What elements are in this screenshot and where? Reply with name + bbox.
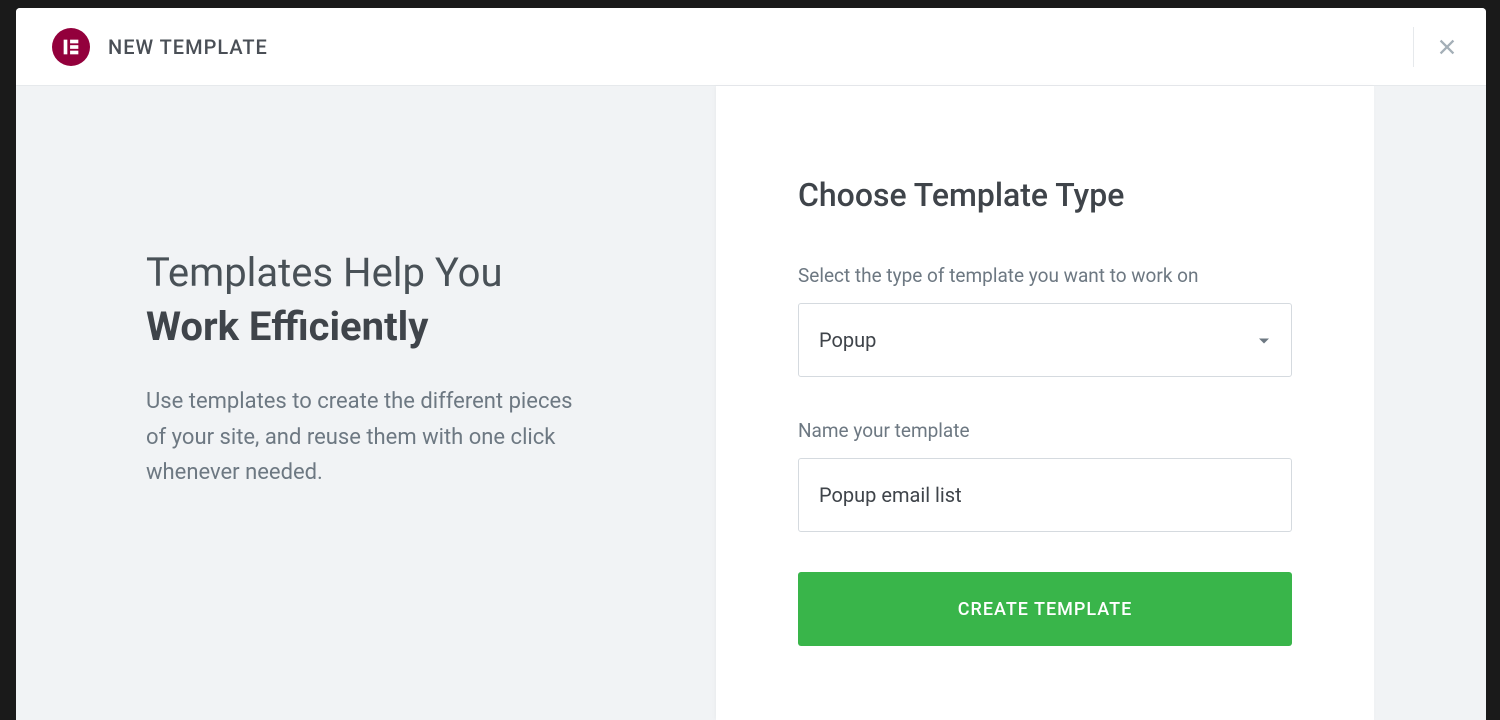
close-area [1413,27,1458,67]
info-heading-line1: Templates Help You [146,249,503,296]
template-type-label: Select the type of template you want to … [798,264,1292,287]
create-template-button[interactable]: CREATE TEMPLATE [798,572,1292,646]
info-description: Use templates to create the different pi… [146,384,586,491]
modal-title: NEW TEMPLATE [108,35,268,59]
new-template-modal: NEW TEMPLATE Templates Help You Work Eff… [16,8,1486,720]
elementor-logo-icon [52,28,90,66]
template-type-select[interactable]: Popup [798,303,1292,377]
template-name-input[interactable] [798,458,1292,532]
modal-body: Templates Help You Work Efficiently Use … [16,86,1486,720]
header-divider [1413,27,1414,67]
header-left: NEW TEMPLATE [52,28,268,66]
info-heading-line2: Work Efficiently [146,303,428,350]
close-icon [1436,36,1458,58]
form-panel: Choose Template Type Select the type of … [716,86,1374,720]
form-heading: Choose Template Type [798,176,1292,214]
close-button[interactable] [1436,36,1458,58]
info-panel: Templates Help You Work Efficiently Use … [16,86,716,720]
info-heading: Templates Help You Work Efficiently [146,246,636,354]
template-name-label: Name your template [798,419,1292,442]
modal-header: NEW TEMPLATE [16,8,1486,86]
template-type-select-wrap: Popup [798,303,1292,377]
